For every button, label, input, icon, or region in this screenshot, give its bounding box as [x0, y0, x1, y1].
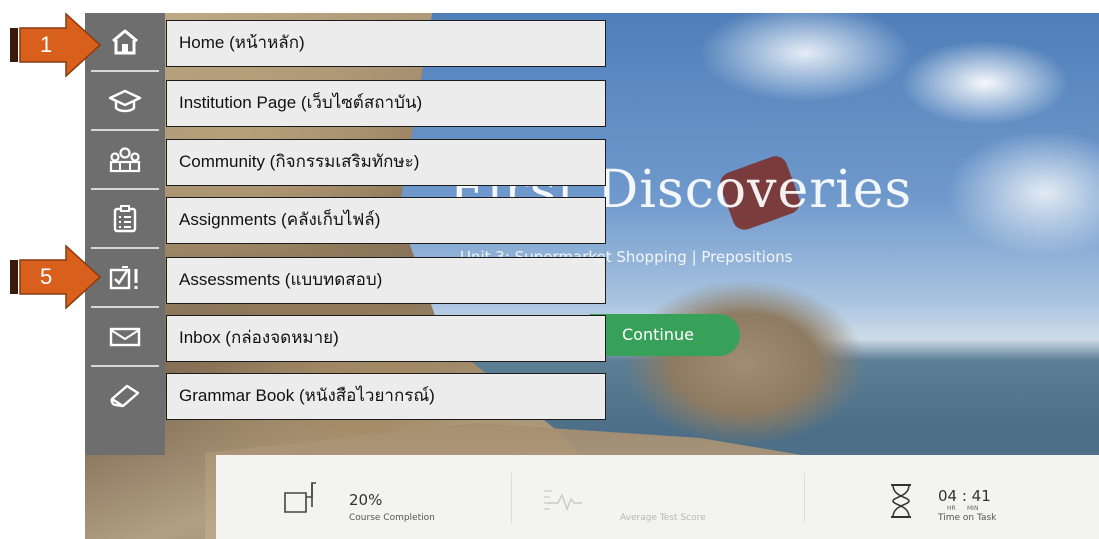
time-value: 04 : 41 — [938, 487, 991, 505]
step-marker-arrow: 1 — [10, 12, 102, 82]
callout-inbox: Inbox (กล่องจดหมาย) — [166, 315, 606, 362]
shoe-image — [555, 243, 935, 483]
clipboard-icon — [113, 204, 137, 232]
callout-home: Home (หน้าหลัก) — [166, 20, 606, 67]
stat-course-completion: 20% Course Completion — [216, 455, 511, 539]
stat-average-score: Average Test Score — [512, 455, 804, 539]
callout-assessments: Assessments (แบบทดสอบ) — [166, 257, 606, 304]
stat-time-on-task: 04 : 41 HR MIN Time on Task — [805, 455, 1099, 539]
book-icon — [110, 384, 140, 407]
avg-score-label: Average Test Score — [620, 513, 706, 523]
sidebar-item-community[interactable] — [85, 131, 165, 188]
completion-label: Course Completion — [349, 513, 435, 523]
pulse-chart-icon — [544, 490, 582, 511]
home-icon — [112, 29, 138, 54]
sidebar-item-inbox[interactable] — [85, 308, 165, 365]
callout-institution: Institution Page (เว็บไซต์สถาบัน) — [166, 80, 606, 127]
time-hr-label: HR — [947, 505, 956, 512]
sidebar-item-assignments[interactable] — [85, 190, 165, 247]
step-number: 1 — [40, 32, 53, 57]
continue-button[interactable]: Continue — [590, 314, 740, 356]
callout-community: Community (กิจกรรมเสริมทักษะ) — [166, 139, 606, 186]
time-min-label: MIN — [967, 505, 979, 512]
hourglass-icon — [891, 484, 911, 518]
callout-assignments: Assignments (คลังเก็บไฟล์) — [166, 197, 606, 244]
stats-bar: 20% Course Completion Average Test Score… — [216, 455, 1099, 539]
callout-grammar-book: Grammar Book (หนังสือไวยากรณ์) — [166, 373, 606, 420]
time-label: Time on Task — [938, 513, 997, 523]
completion-value: 20% — [349, 491, 383, 509]
envelope-icon — [109, 327, 141, 346]
sidebar-item-grammar-book[interactable] — [85, 367, 165, 424]
graduation-cap-icon — [108, 89, 142, 112]
step-number: 5 — [40, 264, 53, 289]
step-marker-arrow: 5 — [10, 244, 102, 314]
assessment-icon — [109, 265, 138, 289]
community-icon — [109, 146, 141, 172]
completion-icon — [284, 482, 316, 513]
